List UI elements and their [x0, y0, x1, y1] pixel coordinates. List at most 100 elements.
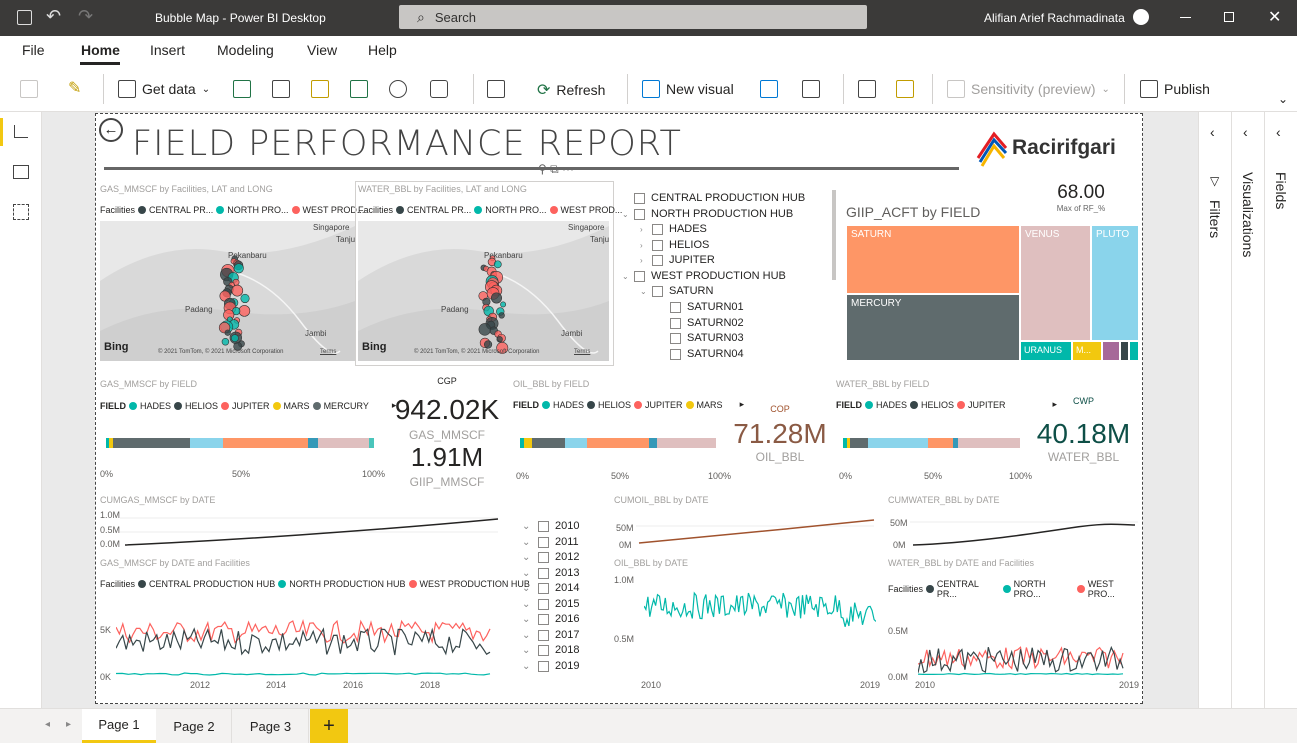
treemap-tile-venus[interactable]: VENUS — [1020, 225, 1091, 341]
map-bubble[interactable] — [493, 260, 502, 269]
checkbox[interactable] — [634, 208, 645, 220]
year-item[interactable]: ⌄ 2010 — [522, 520, 579, 532]
year-item[interactable]: ⌄ 2019 — [522, 660, 579, 672]
treemap[interactable]: SATURN VENUS PLUTO MERCURY URANUS M... — [846, 225, 1139, 362]
checkbox[interactable] — [538, 598, 549, 610]
restore-icon[interactable] — [1224, 12, 1234, 22]
legend-item[interactable]: WEST PRODUCTION HUB — [420, 579, 530, 589]
checkbox[interactable] — [538, 551, 549, 563]
model-view-icon[interactable] — [13, 204, 29, 220]
year-item[interactable]: ⌄ 2015 — [522, 598, 579, 610]
bar-segment[interactable] — [867, 438, 928, 448]
visual-header-icons[interactable]: ⚲ ⧉ ··· — [538, 162, 574, 177]
refresh-button[interactable]: ⟳ Refresh — [537, 80, 605, 100]
checkbox[interactable] — [652, 223, 663, 235]
text-box-icon[interactable] — [760, 80, 778, 98]
oil-stacked-bar[interactable] — [520, 438, 716, 448]
map-bubble[interactable] — [233, 263, 244, 274]
close-icon[interactable]: ✕ — [1268, 7, 1281, 27]
publish-button[interactable]: Publish — [1140, 80, 1210, 98]
legend-item[interactable]: CENTRAL PR... — [937, 579, 1000, 599]
page-tab-1[interactable]: Page 1 — [82, 709, 156, 743]
treemap-tile-small[interactable] — [1102, 341, 1120, 361]
fields-pane[interactable]: ‹ Fields — [1265, 112, 1297, 708]
treemap-tile-saturn[interactable]: SATURN — [846, 225, 1020, 294]
legend-item[interactable]: JUPITER — [645, 400, 683, 410]
checkbox[interactable] — [538, 644, 549, 656]
map-bubble[interactable] — [231, 284, 244, 297]
page-tab-2[interactable]: Page 2 — [157, 709, 232, 743]
new-visual-button[interactable]: New visual — [642, 80, 734, 98]
format-painter-icon[interactable]: ✎ — [68, 78, 81, 98]
legend-item[interactable]: HADES — [140, 401, 171, 411]
dataset-icon[interactable] — [272, 80, 290, 98]
legend-item[interactable]: NORTH PRO... — [485, 205, 546, 215]
map-bubble[interactable] — [483, 340, 493, 349]
treemap-tile-mercury[interactable]: MERCURY — [846, 294, 1020, 361]
tab-view[interactable]: View — [307, 42, 337, 58]
legend-item[interactable]: MARS — [284, 401, 310, 411]
waterline-chart[interactable] — [918, 608, 1133, 678]
oilline-chart[interactable] — [644, 576, 876, 666]
minimize-icon[interactable] — [1180, 17, 1191, 18]
paste-icon[interactable] — [20, 80, 38, 98]
water-stacked-bar[interactable] — [843, 438, 1020, 448]
legend-item[interactable]: NORTH PRODUCTION HUB — [289, 579, 405, 589]
tab-insert[interactable]: Insert — [150, 42, 185, 58]
year-item[interactable]: ⌄ 2018 — [522, 644, 579, 656]
add-page-button[interactable]: + — [310, 709, 348, 743]
visualizations-pane[interactable]: ‹ Visualizations — [1232, 112, 1265, 708]
sql-icon[interactable] — [311, 80, 329, 98]
checkbox[interactable] — [670, 301, 681, 313]
excel-icon[interactable] — [233, 80, 251, 98]
legend-item[interactable]: NORTH PRO... — [227, 205, 288, 215]
year-item[interactable]: ⌄ 2011 — [522, 536, 579, 548]
bar-segment[interactable] — [531, 438, 566, 448]
legend-item[interactable]: NORTH PRO... — [1014, 579, 1074, 599]
legend-item[interactable]: HELIOS — [598, 400, 631, 410]
filters-pane[interactable]: ‹ ▽ Filters — [1199, 112, 1232, 708]
tab-home[interactable]: Home — [81, 42, 120, 58]
legend-item[interactable]: WEST PRO... — [1088, 579, 1142, 599]
map-terms-link[interactable]: Terms — [574, 349, 590, 355]
year-item[interactable]: ⌄ 2012 — [522, 551, 579, 563]
cumwater-chart[interactable] — [910, 516, 1140, 548]
get-data-button[interactable]: Get data ⌄ — [118, 80, 210, 98]
gas-stacked-bar[interactable] — [106, 438, 374, 448]
slicer-scrollbar[interactable] — [832, 190, 836, 280]
enter-data-icon[interactable] — [350, 80, 368, 98]
checkbox[interactable] — [538, 520, 549, 532]
map1[interactable]: Pekanbaru Singapore Tanju Padang Jambi B… — [100, 221, 355, 361]
map-bubble[interactable] — [240, 293, 250, 304]
slicer-item[interactable]: › JUPITER — [640, 254, 715, 266]
bar-segment[interactable] — [927, 438, 953, 448]
bar-segment[interactable] — [523, 438, 532, 448]
checkbox[interactable] — [670, 348, 681, 360]
legend-item[interactable]: HELIOS — [185, 401, 218, 411]
back-button[interactable]: ← — [99, 118, 123, 142]
dataverse-icon[interactable] — [389, 80, 407, 98]
bar-segment[interactable] — [657, 438, 716, 448]
slicer-item[interactable]: CENTRAL PRODUCTION HUB — [622, 192, 805, 204]
map-bubble[interactable] — [500, 301, 507, 308]
collapse-ribbon-icon[interactable]: ⌄ — [1278, 92, 1288, 106]
year-item[interactable]: ⌄ 2014 — [522, 582, 579, 594]
bar-segment[interactable] — [565, 438, 587, 448]
slicer-item[interactable]: SATURN04 — [670, 348, 744, 360]
cumgas-chart[interactable] — [120, 514, 500, 548]
recent-sources-icon[interactable] — [430, 80, 448, 98]
checkbox[interactable] — [634, 270, 645, 282]
slicer-item[interactable]: ⌄ NORTH PRODUCTION HUB — [622, 208, 793, 220]
legend-item[interactable]: JUPITER — [968, 400, 1006, 410]
slicer-item[interactable]: SATURN03 — [670, 332, 744, 344]
legend-item[interactable]: WEST PROD... — [561, 205, 623, 215]
bar-segment[interactable] — [368, 438, 374, 448]
new-measure-icon[interactable] — [858, 80, 876, 98]
legend-item[interactable]: MERCURY — [324, 401, 369, 411]
slicer-item[interactable]: › HELIOS — [640, 239, 709, 251]
map2[interactable]: Pekanbaru Singapore Tanju Padang Jambi B… — [358, 221, 609, 361]
legend-item[interactable]: HADES — [553, 400, 584, 410]
checkbox[interactable] — [652, 254, 663, 266]
tab-file[interactable]: File — [22, 42, 45, 58]
legend-item[interactable]: HADES — [876, 400, 907, 410]
